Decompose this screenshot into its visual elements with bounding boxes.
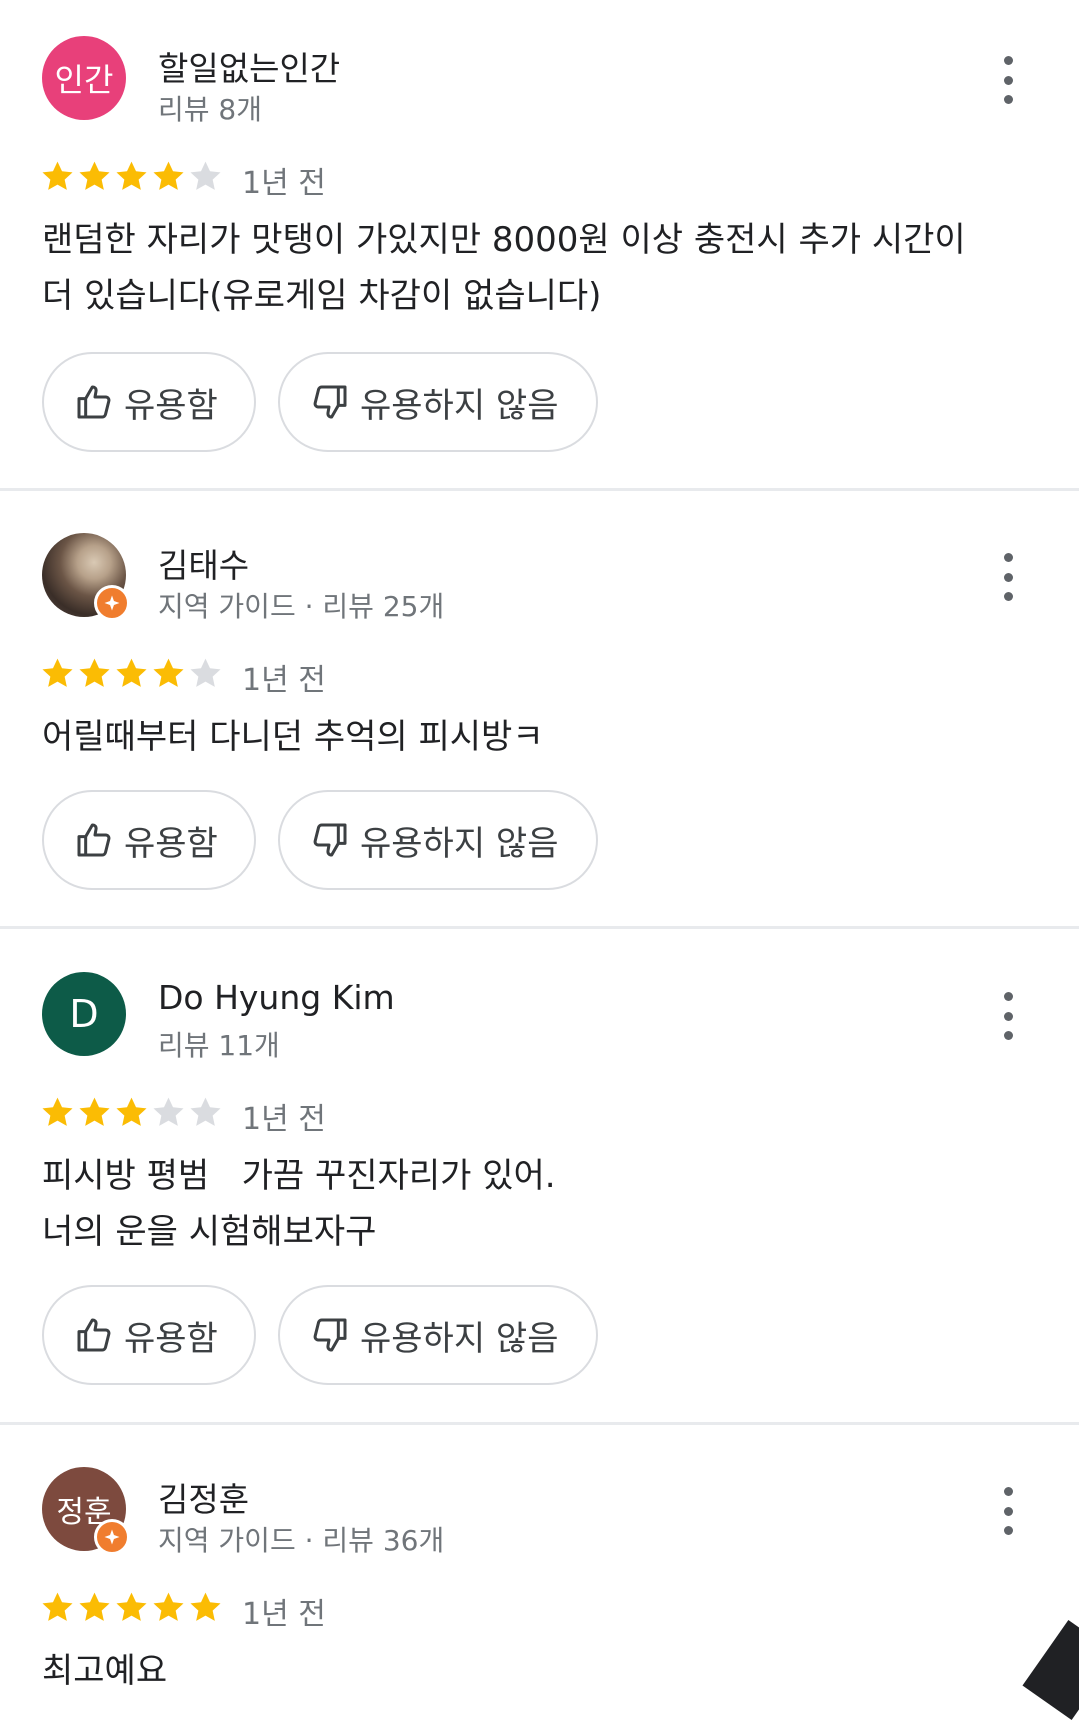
thumbs-up-icon bbox=[77, 1318, 111, 1352]
reviewer-meta: 리뷰 8개 bbox=[158, 93, 262, 126]
more-options-icon[interactable] bbox=[994, 992, 1022, 1040]
review-text: 최고예요 bbox=[42, 1651, 168, 1691]
reviewer-name[interactable]: 김태수 bbox=[158, 539, 249, 587]
star-filled-icon bbox=[116, 1592, 147, 1621]
not-helpful-label: 유용하지 않음 bbox=[360, 1318, 559, 1359]
helpful-button[interactable]: 유용함 bbox=[42, 1285, 256, 1385]
helpful-label: 유용함 bbox=[124, 385, 218, 426]
helpful-label: 유용함 bbox=[124, 1318, 218, 1359]
star-rating bbox=[40, 653, 223, 693]
not-helpful-button[interactable]: 유용하지 않음 bbox=[278, 1285, 598, 1385]
avatar[interactable]: D bbox=[42, 972, 126, 1056]
star-rating bbox=[40, 1587, 223, 1627]
star-rating bbox=[40, 1092, 223, 1132]
star-filled-icon bbox=[153, 1592, 184, 1621]
star-filled-icon bbox=[79, 1592, 110, 1621]
star-empty-icon bbox=[153, 1097, 184, 1126]
star-rating bbox=[40, 156, 223, 196]
divider bbox=[0, 488, 1079, 491]
review-date: 1년 전 bbox=[242, 166, 326, 201]
not-helpful-button[interactable]: 유용하지 않음 bbox=[278, 352, 598, 452]
more-options-icon[interactable] bbox=[994, 553, 1022, 601]
review-date: 1년 전 bbox=[242, 1597, 326, 1632]
more-options-icon[interactable] bbox=[994, 56, 1022, 104]
thumbs-down-icon bbox=[313, 1318, 347, 1352]
thumbs-up-icon bbox=[77, 823, 111, 857]
reviewer-name[interactable]: 김정훈 bbox=[158, 1473, 249, 1521]
thumbs-up-icon bbox=[77, 385, 111, 419]
more-options-icon[interactable] bbox=[994, 1487, 1022, 1535]
star-filled-icon bbox=[190, 1592, 221, 1621]
review-text: 피시방 평범 가끔 꾸진자리가 있어. 너의 운을 시험해보자구 bbox=[42, 1156, 556, 1252]
review-date: 1년 전 bbox=[242, 1102, 326, 1137]
reviewer-meta: 지역 가이드 · 리뷰 36개 bbox=[158, 1524, 445, 1557]
star-filled-icon bbox=[42, 161, 73, 190]
star-empty-icon bbox=[190, 161, 221, 190]
avatar[interactable]: 인간 bbox=[42, 36, 126, 120]
avatar-initials: 인간 bbox=[54, 61, 114, 99]
star-filled-icon bbox=[116, 1097, 147, 1126]
reviewer-name[interactable]: 할일없는인간 bbox=[158, 42, 340, 90]
reviewer-meta: 지역 가이드 · 리뷰 25개 bbox=[158, 590, 445, 623]
star-filled-icon bbox=[79, 658, 110, 687]
divider bbox=[0, 926, 1079, 929]
review-text: 랜덤한 자리가 맛탱이 가있지만 8000원 이상 충전시 추가 시간이 더 있… bbox=[42, 220, 966, 316]
star-filled-icon bbox=[116, 658, 147, 687]
not-helpful-label: 유용하지 않음 bbox=[360, 823, 559, 864]
star-empty-icon bbox=[190, 1097, 221, 1126]
star-filled-icon bbox=[116, 161, 147, 190]
star-filled-icon bbox=[153, 658, 184, 687]
star-filled-icon bbox=[79, 161, 110, 190]
star-filled-icon bbox=[42, 658, 73, 687]
thumbs-down-icon bbox=[313, 385, 347, 419]
star-filled-icon bbox=[153, 161, 184, 190]
avatar[interactable]: 정훈 bbox=[42, 1467, 130, 1555]
helpful-button[interactable]: 유용함 bbox=[42, 790, 256, 890]
star-filled-icon bbox=[79, 1097, 110, 1126]
local-guide-badge-icon bbox=[94, 1519, 130, 1555]
thumbs-down-icon bbox=[313, 823, 347, 857]
avatar-initials: D bbox=[69, 992, 99, 1036]
star-filled-icon bbox=[42, 1592, 73, 1621]
star-filled-icon bbox=[42, 1097, 73, 1126]
review-date: 1년 전 bbox=[242, 663, 326, 698]
not-helpful-label: 유용하지 않음 bbox=[360, 385, 559, 426]
local-guide-badge-icon bbox=[94, 585, 130, 621]
star-empty-icon bbox=[190, 658, 221, 687]
divider bbox=[0, 1422, 1079, 1425]
not-helpful-button[interactable]: 유용하지 않음 bbox=[278, 790, 598, 890]
reviewer-name[interactable]: Do Hyung Kim bbox=[158, 978, 395, 1017]
review-text: 어릴때부터 다니던 추억의 피시방ㅋ bbox=[42, 717, 544, 757]
avatar[interactable] bbox=[42, 533, 130, 621]
helpful-button[interactable]: 유용함 bbox=[42, 352, 256, 452]
helpful-label: 유용함 bbox=[124, 823, 218, 864]
reviewer-meta: 리뷰 11개 bbox=[158, 1029, 280, 1062]
